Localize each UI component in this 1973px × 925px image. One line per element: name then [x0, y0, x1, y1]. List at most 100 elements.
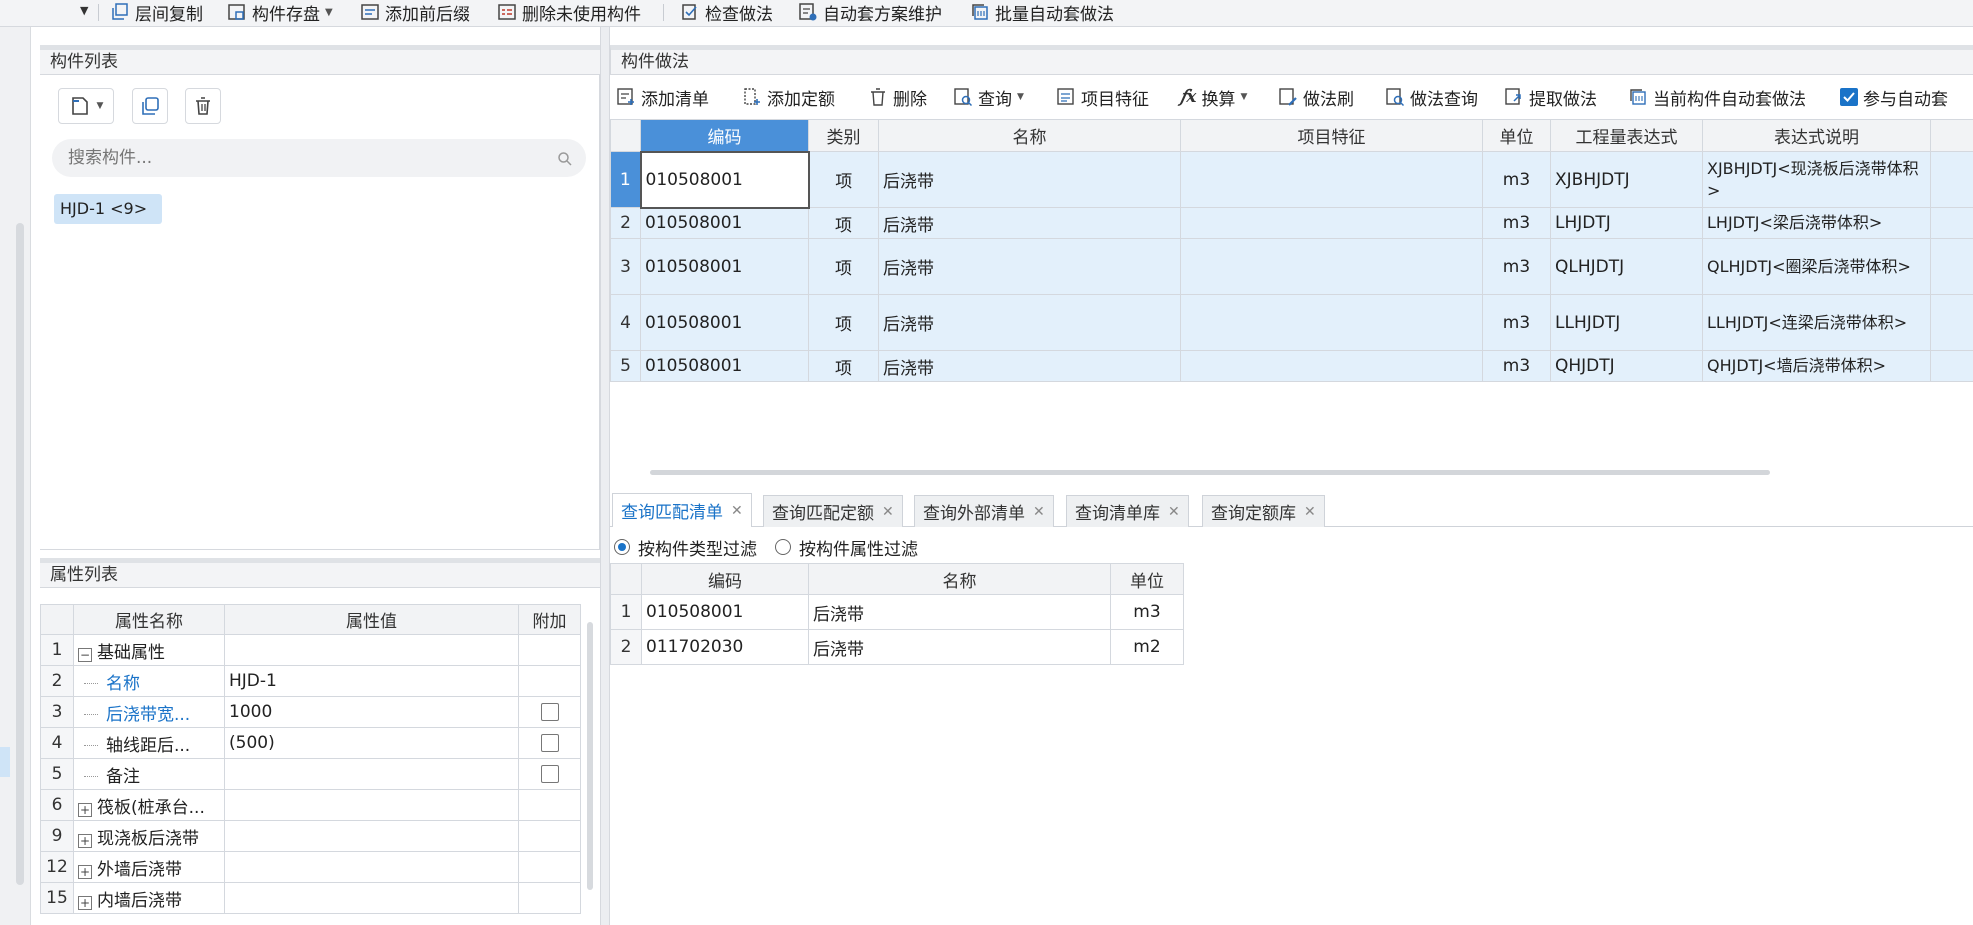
extra-checkbox[interactable] [540, 734, 559, 752]
property-value-cell[interactable]: 1000 [224, 696, 519, 728]
method-row[interactable]: 1 010508001 项后浇带 m3 XJBHJDTJ XJBHJDTJ<现浇板后浇带体… [610, 150, 1973, 209]
collapse-icon[interactable]: − [78, 647, 92, 662]
feature-cell[interactable] [1180, 294, 1483, 351]
checkbox-checked-icon[interactable] [1840, 88, 1858, 106]
type-cell[interactable]: 项 [808, 151, 879, 208]
save-component-button[interactable]: 构件存盘 ▼ [227, 0, 333, 25]
desc-cell[interactable]: QHJDTJ<墙后浇带体积> [1702, 350, 1931, 382]
feature-cell[interactable] [1180, 151, 1483, 208]
filter-by-type-radio[interactable] [614, 539, 630, 555]
column-header-desc[interactable]: 表达式说明 [1702, 119, 1931, 152]
unit-cell[interactable]: m3 [1110, 594, 1184, 630]
name-cell[interactable]: 后浇带 [808, 594, 1111, 630]
code-cell[interactable]: 010508001 [641, 594, 809, 630]
property-row[interactable]: 2 名称 HJD-1 [40, 665, 581, 697]
expand-icon[interactable]: + [78, 833, 92, 848]
tab-query-match-list[interactable]: 查询匹配清单 ✕ [612, 493, 752, 527]
check-method-button[interactable]: 检查做法 [680, 0, 773, 25]
extra-checkbox[interactable] [540, 765, 559, 783]
unit-cell[interactable]: m3 [1482, 350, 1551, 382]
unit-cell[interactable]: m3 [1482, 207, 1551, 239]
code-cell[interactable]: 010508001 [640, 294, 809, 351]
property-row[interactable]: 12 + 外墙后浇带 [40, 851, 581, 883]
dropdown-arrow-icon[interactable]: ▼ [1240, 92, 1247, 102]
property-value-cell[interactable] [224, 820, 519, 852]
property-row[interactable]: 1− 基础属性 [40, 634, 581, 666]
unit-cell[interactable]: m3 [1482, 238, 1551, 295]
expr-cell[interactable]: LLHJDTJ [1550, 294, 1703, 351]
properties-scrollbar[interactable] [587, 622, 593, 890]
property-value-cell[interactable] [224, 758, 519, 790]
participate-auto-checkbox[interactable]: 参与自动套 [1840, 85, 1948, 110]
property-row[interactable]: 3 后浇带宽... 1000 [40, 696, 581, 728]
column-header-name[interactable]: 名称 [878, 119, 1181, 152]
property-row[interactable]: 5 备注 [40, 758, 581, 790]
property-row[interactable]: 9 + 现浇板后浇带 [40, 820, 581, 852]
tab-query-quota-library[interactable]: 查询定额库 ✕ [1202, 495, 1325, 527]
search-input[interactable] [66, 144, 536, 172]
column-header-code[interactable]: 编码 [640, 119, 809, 152]
add-prefix-suffix-button[interactable]: 添加前后缀 [360, 0, 470, 25]
property-row[interactable]: 6 + 筏板(桩承台... [40, 789, 581, 821]
type-cell[interactable]: 项 [808, 350, 879, 382]
column-header-feature[interactable]: 项目特征 [1180, 119, 1483, 152]
property-name-cell[interactable]: − 基础属性 [73, 634, 225, 666]
tab-query-external-list[interactable]: 查询外部清单 ✕ [914, 495, 1054, 527]
desc-cell[interactable]: XJBHJDTJ<现浇板后浇带体积> [1702, 151, 1931, 208]
code-cell[interactable]: 011702030 [641, 629, 809, 665]
property-value-cell[interactable]: HJD-1 [224, 665, 519, 697]
type-cell[interactable]: 项 [808, 207, 879, 239]
expand-icon[interactable]: + [78, 802, 92, 817]
dropdown-arrow-icon[interactable]: ▼ [1017, 92, 1024, 102]
dropdown-arrow-icon[interactable]: ▼ [325, 7, 333, 18]
property-value-cell[interactable] [224, 882, 519, 914]
expr-cell[interactable]: QLHJDTJ [1550, 238, 1703, 295]
method-query-button[interactable]: 做法查询 [1385, 85, 1478, 110]
method-row[interactable]: 5 010508001 项后浇带 m3 QHJDTJ QHJDTJ<墙后浇带体积> [610, 350, 1973, 382]
close-icon[interactable]: ✕ [731, 503, 743, 519]
convert-button[interactable]: 𝑓x 换算 ▼ [1180, 85, 1247, 110]
property-name-cell[interactable]: + 筏板(桩承台... [73, 789, 225, 821]
name-cell[interactable]: 后浇带 [878, 151, 1181, 208]
tab-query-match-quota[interactable]: 查询匹配定额 ✕ [763, 495, 903, 527]
column-header-more[interactable] [1930, 119, 1973, 152]
property-value-cell[interactable] [224, 634, 519, 666]
delete-component-button[interactable] [185, 88, 221, 124]
feature-cell[interactable] [1180, 350, 1483, 382]
close-icon[interactable]: ✕ [882, 504, 894, 520]
name-cell[interactable]: 后浇带 [808, 629, 1111, 665]
property-name-cell[interactable]: + 外墙后浇带 [73, 851, 225, 883]
property-value-cell[interactable] [224, 789, 519, 821]
delete-button[interactable]: 删除 [868, 85, 927, 110]
more-cell[interactable] [1930, 350, 1973, 382]
copy-floor-button[interactable]: 层间复制 [110, 0, 203, 25]
feature-cell[interactable] [1180, 207, 1483, 239]
property-name-cell[interactable]: 名称 [73, 665, 225, 697]
close-icon[interactable]: ✕ [1304, 504, 1316, 520]
more-cell[interactable] [1930, 151, 1973, 208]
more-cell[interactable] [1930, 238, 1973, 295]
column-header-unit[interactable]: 单位 [1110, 563, 1184, 595]
extract-method-button[interactable]: 提取做法 [1504, 85, 1597, 110]
component-item-hjd-1[interactable]: HJD-1 <9> [54, 194, 162, 224]
expand-icon[interactable]: + [78, 895, 92, 910]
code-cell[interactable]: 010508001 [640, 207, 809, 239]
property-name-cell[interactable]: + 内墙后浇带 [73, 882, 225, 914]
feature-cell[interactable] [1180, 238, 1483, 295]
name-cell[interactable]: 后浇带 [878, 238, 1181, 295]
code-cell[interactable]: 010508001 [640, 350, 809, 382]
expr-cell[interactable]: QHJDTJ [1550, 350, 1703, 382]
method-brush-button[interactable]: 做法刷 [1278, 85, 1354, 110]
desc-cell[interactable]: LHJDTJ<梁后浇带体积> [1702, 207, 1931, 239]
filter-by-attr-label[interactable]: 按构件属性过滤 [799, 535, 918, 560]
item-feature-button[interactable]: 项目特征 [1056, 85, 1149, 110]
close-icon[interactable]: ✕ [1033, 504, 1045, 520]
method-row[interactable]: 3 010508001 项后浇带 m3 QLHJDTJ QLHJDTJ<圈梁后浇带体积> [610, 238, 1973, 295]
query-row[interactable]: 1 010508001 后浇带 m3 [610, 594, 1184, 630]
type-cell[interactable]: 项 [808, 294, 879, 351]
dropdown-arrow-icon[interactable]: ▼ [97, 101, 104, 111]
add-quota-button[interactable]: 添加定额 [742, 85, 835, 110]
more-cell[interactable] [1930, 294, 1973, 351]
column-header-name[interactable]: 属性名称 [73, 604, 225, 635]
query-button[interactable]: 查询 ▼ [953, 85, 1024, 110]
